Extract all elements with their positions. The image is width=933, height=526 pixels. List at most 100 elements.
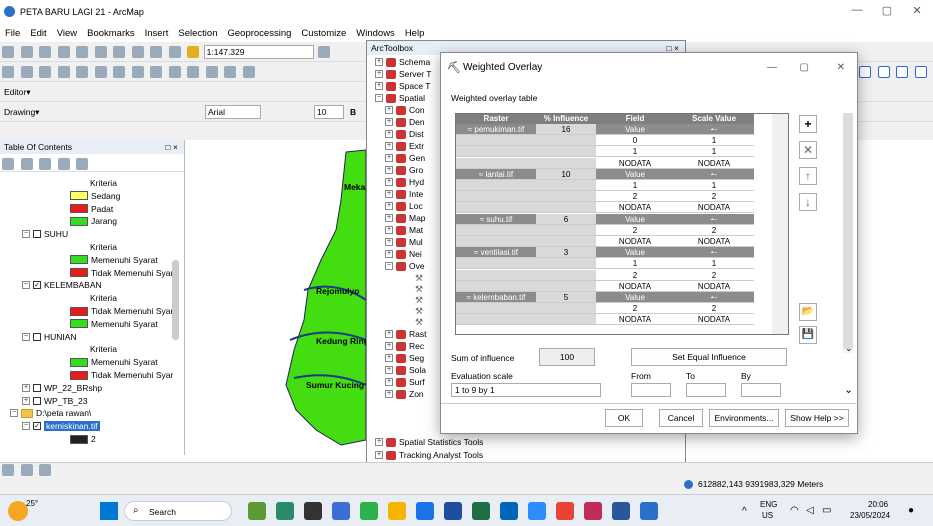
toolbox-item[interactable]: + Mat bbox=[385, 225, 423, 235]
toolbox-item[interactable]: + Server T bbox=[375, 69, 431, 79]
layer-checkbox[interactable]: ✓ bbox=[33, 281, 41, 290]
full-extent-icon[interactable] bbox=[57, 66, 70, 78]
layer-checkbox[interactable] bbox=[33, 396, 41, 405]
app-icon-1[interactable] bbox=[248, 502, 266, 520]
toc-item[interactable]: − ✓ kemiskinan.tif bbox=[22, 421, 100, 432]
toc-close-button[interactable]: □ × bbox=[166, 140, 178, 154]
scale-value-cell[interactable]: ↼ bbox=[674, 168, 754, 180]
toolbox-item[interactable]: + Mul bbox=[385, 237, 423, 247]
tool-icon[interactable]: ⚒ bbox=[415, 306, 423, 317]
table-scrollbar[interactable] bbox=[772, 114, 788, 334]
toolbox-item[interactable]: + Nei bbox=[385, 249, 422, 259]
expand-icon[interactable]: − bbox=[385, 262, 393, 270]
wifi-icon[interactable]: ◠ bbox=[790, 505, 799, 516]
app-icon-13[interactable] bbox=[584, 502, 602, 520]
menu-bookmarks[interactable]: Bookmarks bbox=[87, 28, 135, 39]
identify-icon[interactable] bbox=[150, 66, 163, 78]
influence-cell[interactable] bbox=[536, 236, 596, 247]
to-input[interactable] bbox=[686, 383, 726, 397]
search-box[interactable]: ⌕ Search bbox=[124, 501, 232, 521]
toc-item[interactable]: Tidak Memenuhi Syar bbox=[70, 306, 173, 316]
raster-cell[interactable] bbox=[456, 157, 536, 169]
influence-cell[interactable]: 5 bbox=[536, 292, 596, 303]
influence-cell[interactable] bbox=[536, 157, 596, 169]
volume-icon[interactable]: ◁ bbox=[806, 505, 814, 516]
expand-icon[interactable]: + bbox=[385, 354, 393, 362]
raster-cell[interactable] bbox=[456, 236, 536, 247]
influence-cell[interactable]: 3 bbox=[536, 247, 596, 259]
raster-cell[interactable] bbox=[456, 180, 536, 191]
bold-button[interactable]: B bbox=[350, 107, 356, 117]
scale-value-cell[interactable]: 1 bbox=[674, 135, 754, 147]
expand-icon[interactable]: + bbox=[385, 118, 393, 126]
add-raster-button[interactable]: + bbox=[799, 115, 817, 133]
weather-icon[interactable] bbox=[8, 501, 28, 521]
zoom-icon[interactable] bbox=[528, 502, 546, 520]
influence-cell[interactable] bbox=[536, 280, 596, 292]
collapse-icon[interactable]: ≈ bbox=[474, 248, 481, 257]
expand-icon[interactable]: + bbox=[385, 130, 393, 138]
raster-name-cell[interactable]: ≈ suhu.tif bbox=[456, 213, 536, 225]
raster-cell[interactable] bbox=[456, 135, 536, 147]
expand-icon[interactable]: + bbox=[385, 202, 393, 210]
raster-cell[interactable] bbox=[456, 314, 536, 326]
menu-insert[interactable]: Insert bbox=[145, 28, 169, 39]
toc-item[interactable]: + WP_TB_23 bbox=[22, 396, 87, 406]
font-combo[interactable]: Arial bbox=[205, 105, 261, 119]
toolbox-item[interactable]: + Rast bbox=[385, 329, 426, 339]
influence-cell[interactable]: 16 bbox=[536, 124, 596, 135]
drawing-menu[interactable]: Drawing▾ bbox=[4, 107, 39, 118]
scale-value-cell[interactable]: ↼ bbox=[674, 124, 754, 135]
toolbox-item[interactable]: + Spatial Statistics Tools bbox=[375, 437, 483, 447]
raster-cell[interactable] bbox=[456, 146, 536, 158]
menu-edit[interactable]: Edit bbox=[30, 28, 46, 39]
expand-icon[interactable]: + bbox=[375, 438, 383, 446]
menu-view[interactable]: View bbox=[57, 28, 77, 39]
influence-cell[interactable] bbox=[536, 135, 596, 147]
toc-item[interactable]: − D:\peta rawan\ bbox=[10, 408, 91, 418]
toolbox-item[interactable]: + Hyd bbox=[385, 177, 424, 187]
layer-checkbox[interactable]: ✓ bbox=[33, 422, 41, 431]
influence-cell[interactable]: 10 bbox=[536, 168, 596, 180]
raster-name-cell[interactable]: ≈ pemukiman.tif bbox=[456, 124, 536, 135]
expand-icon[interactable]: + bbox=[375, 451, 383, 459]
scale-value-cell[interactable]: 2 bbox=[674, 191, 754, 203]
influence-cell[interactable] bbox=[536, 269, 596, 281]
restore-button[interactable]: ▢ bbox=[872, 4, 902, 20]
toc-scrollbar[interactable] bbox=[172, 260, 179, 340]
delete-icon[interactable] bbox=[131, 46, 144, 58]
expand-icon[interactable]: − bbox=[22, 281, 30, 290]
menu-geoprocessing[interactable]: Geoprocessing bbox=[227, 28, 291, 39]
toolbox-item[interactable]: + Dist bbox=[385, 129, 424, 139]
toc-item[interactable]: 2 bbox=[70, 434, 96, 444]
scale-value-cell[interactable]: 2 bbox=[674, 270, 754, 281]
list-by-drawing-order-icon[interactable] bbox=[2, 158, 14, 170]
dialog-close-button[interactable]: ✕ bbox=[837, 53, 845, 83]
cut-icon[interactable] bbox=[76, 46, 89, 58]
menu-customize[interactable]: Customize bbox=[301, 28, 346, 39]
scale-value-cell[interactable]: NODATA bbox=[674, 236, 754, 247]
ok-button[interactable]: OK bbox=[605, 409, 643, 427]
expand-icon[interactable]: + bbox=[375, 70, 383, 78]
battery-icon[interactable]: ▭ bbox=[822, 505, 831, 516]
clock-date[interactable]: 23/05/2024 bbox=[850, 511, 890, 520]
remove-raster-button[interactable]: ✕ bbox=[799, 141, 817, 159]
tray-chevron-icon[interactable]: ^ bbox=[742, 506, 747, 517]
expand-icon[interactable]: + bbox=[385, 106, 393, 114]
notification-icon[interactable]: ● bbox=[908, 505, 914, 516]
raster-cell[interactable] bbox=[456, 280, 536, 292]
menu-selection[interactable]: Selection bbox=[178, 28, 217, 39]
expand-icon[interactable]: − bbox=[22, 230, 30, 239]
toolbox-item[interactable]: − Spatial bbox=[375, 93, 425, 103]
menu-file[interactable]: File bbox=[5, 28, 20, 39]
toolbox-item[interactable]: + Extr bbox=[385, 141, 424, 151]
cancel-button[interactable]: Cancel bbox=[659, 409, 703, 427]
layout-icon[interactable] bbox=[859, 66, 871, 78]
menu-help[interactable]: Help bbox=[405, 28, 425, 39]
influence-cell[interactable] bbox=[536, 191, 596, 203]
language-label[interactable]: ENG bbox=[760, 500, 777, 509]
toolbox-item[interactable]: + Con bbox=[385, 105, 425, 115]
collapse-icon[interactable]: ≈ bbox=[479, 170, 486, 179]
copy-icon[interactable] bbox=[94, 46, 107, 58]
raster-cell[interactable] bbox=[456, 258, 536, 270]
